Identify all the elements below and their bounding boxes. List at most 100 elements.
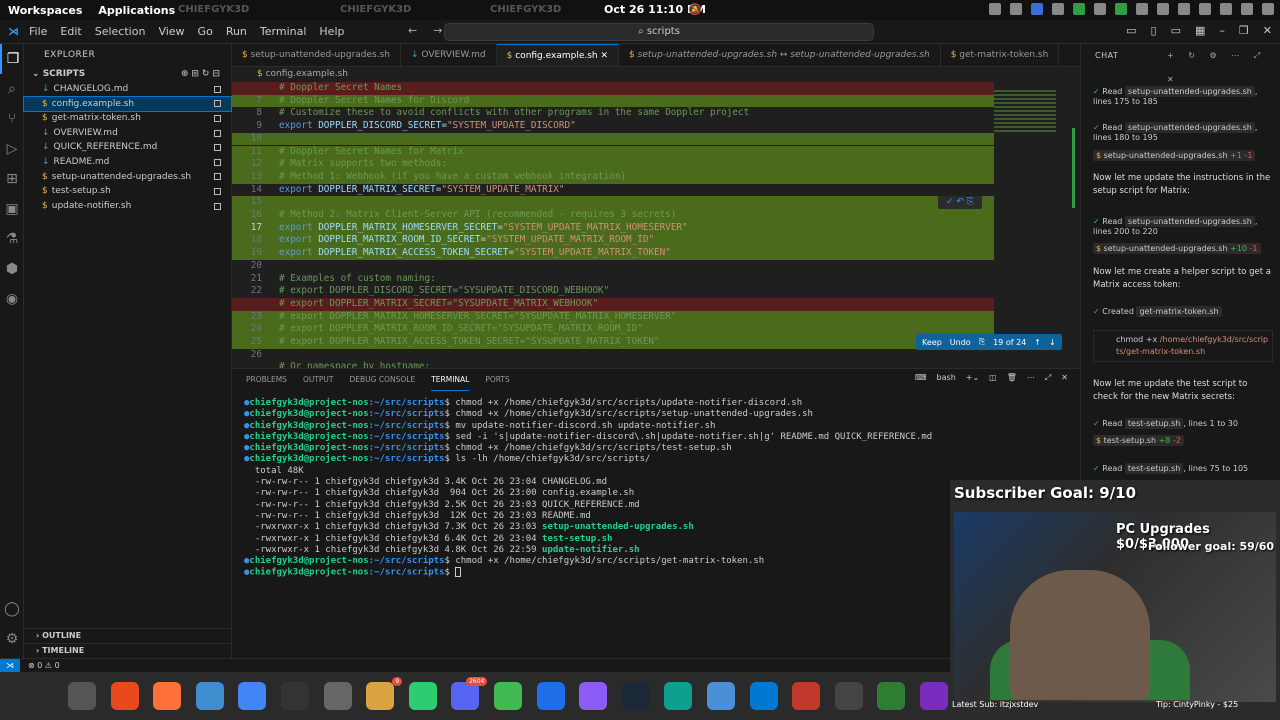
tray-icon[interactable] — [1073, 3, 1085, 15]
back-arrow-icon[interactable]: ← — [408, 24, 417, 37]
menu-terminal[interactable]: Terminal — [260, 25, 307, 38]
settings-icon[interactable] — [323, 682, 352, 710]
tray-icon[interactable] — [1052, 3, 1064, 15]
file-item[interactable]: $ test-setup.sh — [24, 184, 231, 199]
shell-label[interactable]: bash — [937, 373, 956, 383]
tray-icon[interactable] — [1157, 3, 1169, 15]
menu-edit[interactable]: Edit — [60, 25, 81, 38]
tray-icon[interactable] — [1094, 3, 1106, 15]
terminal-prompt[interactable]: ●chiefgyk3d@project-nos:~/src/scripts$ — [244, 567, 932, 578]
minimize-icon[interactable]: – — [1219, 24, 1225, 37]
file-item[interactable]: ↓ README.md — [24, 155, 231, 170]
file-chip[interactable]: get-matrix-token.sh — [1136, 306, 1222, 317]
gem-icon[interactable] — [579, 682, 608, 710]
minimap[interactable] — [994, 82, 1075, 368]
inline-accept-buttons[interactable]: ✓ ↶ ⎘ — [938, 196, 982, 209]
steam-lock-icon[interactable] — [494, 682, 522, 710]
file-chip[interactable]: setup-unattended-upgrades.sh — [1124, 122, 1255, 133]
outline-section[interactable]: › OUTLINE — [24, 628, 232, 642]
extensions-icon[interactable]: ⊞ — [0, 164, 24, 194]
menu-view[interactable]: View — [158, 25, 184, 38]
code-editor[interactable]: # Doppler Secret Names 7 # Doppler Secret … — [232, 82, 994, 368]
tray-icon[interactable] — [989, 3, 1001, 15]
tab-output[interactable]: OUTPUT — [303, 369, 334, 391]
discord-icon[interactable]: 2604 — [451, 677, 488, 710]
tray-icon[interactable] — [1136, 3, 1148, 15]
run-debug-icon[interactable]: ▷ — [0, 134, 24, 164]
dnd-bell-icon[interactable]: 🔕 — [688, 3, 702, 16]
tab-setup-unattended-upgrades[interactable]: $ setup-unattended-upgrades.sh — [232, 44, 401, 66]
tray-icon[interactable] — [1115, 3, 1127, 15]
close-icon[interactable]: ✕ — [1263, 24, 1272, 37]
account-icon[interactable]: ◯ — [0, 594, 24, 624]
tray-icon[interactable] — [1178, 3, 1190, 15]
kill-terminal-icon[interactable]: 🗑 — [1007, 373, 1017, 383]
undo-button[interactable]: Undo — [950, 338, 971, 347]
problems-count[interactable]: ⊗ 0 ⚠ 0 — [28, 659, 60, 673]
file-item[interactable]: ↓ OVERVIEW.md — [24, 126, 231, 141]
apps-icon[interactable] — [707, 682, 735, 710]
thunderbird-icon[interactable] — [195, 682, 224, 710]
layout-icon[interactable]: ▭ — [1171, 24, 1181, 37]
menu-selection[interactable]: Selection — [95, 25, 146, 38]
tray-icon[interactable] — [1220, 3, 1232, 15]
sync-icon[interactable] — [408, 682, 437, 710]
folder-scripts[interactable]: ⌄ SCRIPTS ⊕⊞↻⊟ — [24, 66, 231, 82]
copilot-icon[interactable]: ◉ — [0, 284, 24, 314]
file-chip[interactable]: $ test-setup.sh +8 -2 — [1093, 435, 1184, 446]
close-icon[interactable]: ✕ — [598, 51, 609, 61]
menu-run[interactable]: Run — [226, 25, 247, 38]
tab-terminal[interactable]: TERMINAL — [431, 369, 470, 391]
containers-icon[interactable]: ⬢ — [0, 254, 24, 284]
new-terminal-icon[interactable]: +⌄ — [966, 373, 979, 383]
breadcrumb[interactable]: $ config.example.sh — [232, 67, 1080, 82]
source-control-icon[interactable]: ⑂ — [0, 104, 24, 134]
tab-get-matrix-token[interactable]: $ get-matrix-token.sh — [941, 44, 1060, 66]
arrow-up-icon[interactable]: ↑ — [1034, 338, 1041, 347]
audio-icon[interactable] — [834, 682, 863, 710]
file-item[interactable]: $ get-matrix-token.sh — [24, 111, 231, 126]
tab-problems[interactable]: PROBLEMS — [246, 369, 287, 391]
arrow-down-icon[interactable]: ↓ — [1049, 338, 1056, 347]
tab-ports[interactable]: PORTS — [485, 369, 509, 391]
applications-menu[interactable]: Applications — [98, 4, 175, 17]
terminal-output[interactable]: ●chiefgyk3d@project-nos:~/src/scripts$ c… — [244, 398, 932, 579]
menu-help[interactable]: Help — [319, 25, 344, 38]
layout-icon[interactable]: ▭ — [1126, 24, 1136, 37]
testing-icon[interactable]: ⚗ — [0, 224, 24, 254]
vscode-icon[interactable] — [749, 682, 778, 710]
file-chip[interactable]: test-setup.sh — [1124, 418, 1184, 429]
diff-icon[interactable]: ⎘ — [979, 337, 985, 347]
explorer-actions[interactable]: ⊕⊞↻⊟ — [181, 66, 223, 82]
tab-config-example[interactable]: $ config.example.sh ✕ — [496, 44, 620, 66]
timeline-section[interactable]: › TIMELINE — [24, 643, 232, 657]
tray-icon[interactable] — [1031, 3, 1043, 15]
chat-actions[interactable]: + ↻ ⚙ ⋯ ⤢ ✕ — [1167, 44, 1280, 92]
file-chip[interactable]: $ setup-unattended-upgrades.sh +1 -1 — [1093, 150, 1256, 161]
remote-indicator-icon[interactable]: ⋊ — [0, 659, 20, 673]
vm-icon[interactable] — [664, 682, 693, 710]
split-terminal-icon[interactable]: ◫ — [989, 373, 997, 383]
forward-arrow-icon[interactable]: → — [433, 24, 442, 37]
file-chip[interactable]: test-setup.sh — [1124, 463, 1184, 474]
file-chip[interactable]: setup-unattended-upgrades.sh — [1124, 216, 1255, 227]
menu-file[interactable]: File — [29, 25, 47, 38]
bitwarden-icon[interactable] — [536, 682, 565, 710]
file-item[interactable]: $ setup-unattended-upgrades.sh — [24, 170, 231, 185]
close-panel-icon[interactable]: ✕ — [1061, 373, 1068, 383]
keep-button[interactable]: Keep — [922, 338, 942, 347]
search-icon[interactable]: ⌕ — [0, 74, 24, 104]
chrome-icon[interactable] — [238, 682, 267, 710]
layout-icon[interactable]: ▯ — [1151, 24, 1157, 37]
file-item[interactable]: ↓ CHANGELOG.md — [24, 82, 231, 97]
file-chip[interactable]: setup-unattended-upgrades.sh — [1124, 86, 1255, 97]
remote-explorer-icon[interactable]: ▣ — [0, 194, 24, 224]
files-icon[interactable] — [68, 682, 96, 710]
layout-icon[interactable]: ▦ — [1195, 24, 1205, 37]
explorer-icon[interactable]: ❐ — [0, 44, 24, 74]
tab-overview[interactable]: ↓ OVERVIEW.md — [401, 44, 497, 66]
archive-icon[interactable]: 9 — [366, 677, 403, 710]
obs-icon[interactable] — [920, 682, 948, 710]
file-item[interactable]: $ config.example.sh — [23, 95, 232, 113]
workspaces-menu[interactable]: Workspaces — [8, 4, 82, 17]
